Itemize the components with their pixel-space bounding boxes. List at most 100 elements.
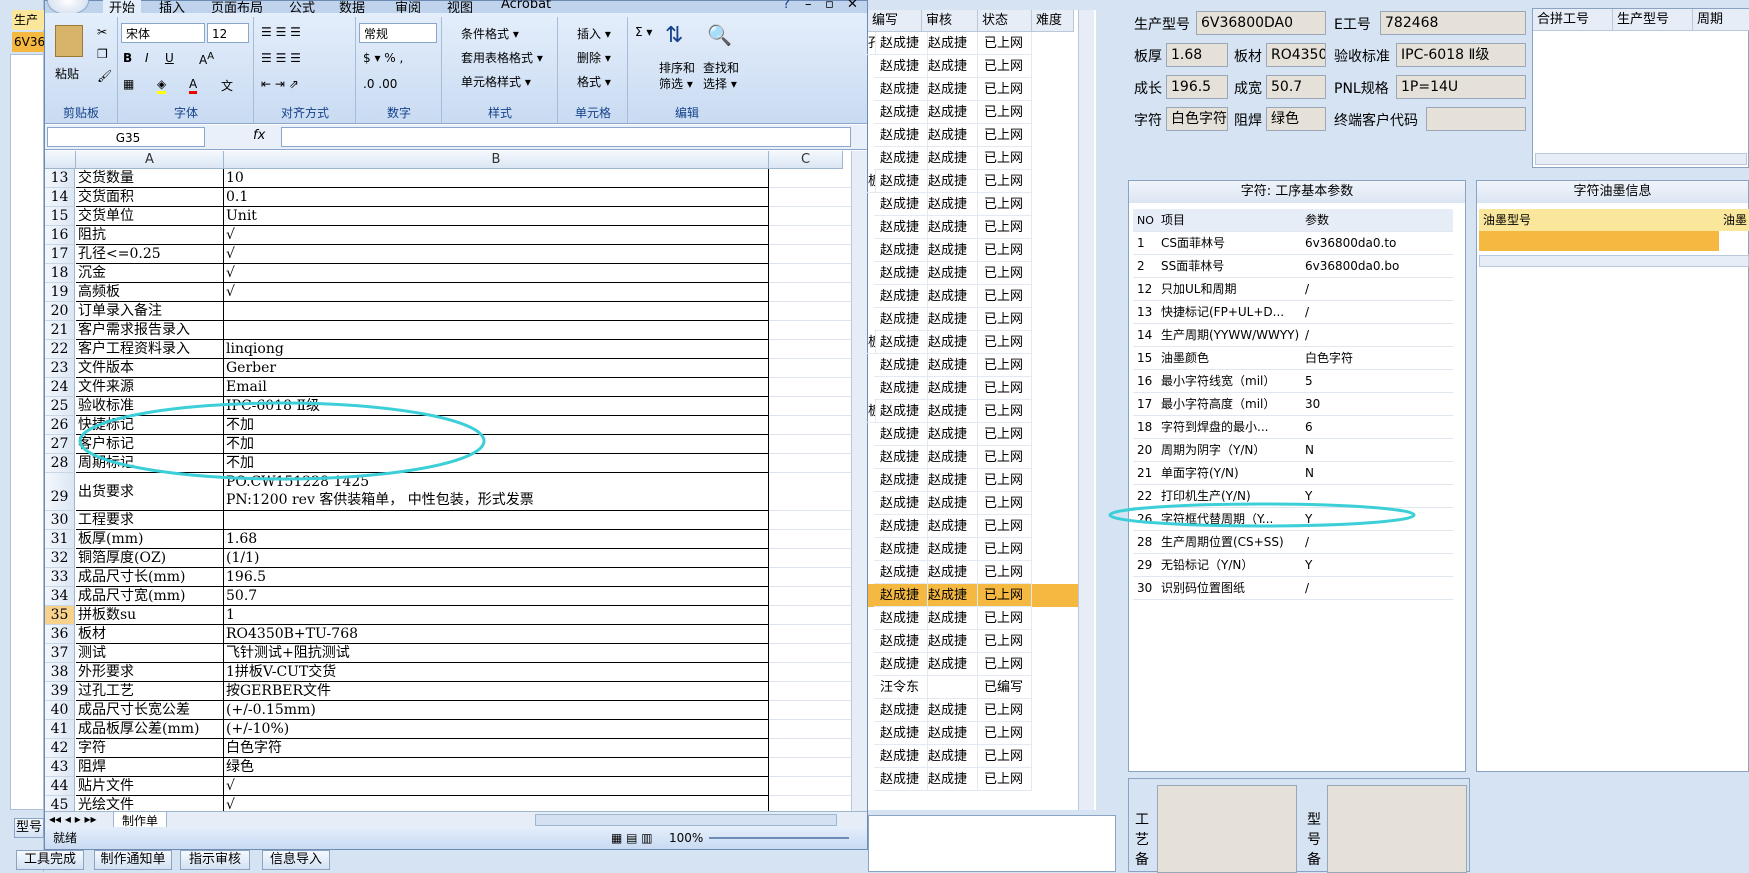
column-header-a[interactable]: A [76, 151, 224, 169]
cell-reviewer[interactable]: 赵成捷 [922, 699, 978, 722]
restore-icon[interactable]: ▫ [825, 0, 834, 12]
sort-button[interactable]: 排序和 [659, 59, 695, 76]
cell-status[interactable]: 已上网 [978, 147, 1032, 170]
sort-icon[interactable]: ⇅ [665, 23, 683, 48]
cell-writer[interactable]: 赵成捷 [874, 653, 928, 676]
cell-reviewer[interactable]: 赵成捷 [922, 768, 978, 791]
combo-header-cycle[interactable]: 周期 [1693, 9, 1749, 31]
minimize-icon[interactable]: – [805, 0, 812, 12]
cell-writer[interactable]: 赵成捷 [874, 722, 928, 745]
cell-writer[interactable]: 赵成捷 [874, 469, 928, 492]
cell-c[interactable] [769, 397, 851, 416]
cell-reviewer[interactable]: 赵成捷 [922, 55, 978, 78]
sheet-nav-icon[interactable]: ◂◂ ◂ ▸ ▸▸ [49, 812, 97, 826]
cell-c[interactable] [769, 530, 851, 549]
cell-status[interactable]: 已上网 [978, 699, 1032, 722]
row-header[interactable]: 19 [45, 283, 75, 302]
cell-c[interactable] [769, 644, 851, 663]
format-painter-icon[interactable]: 🖌 [97, 69, 112, 83]
cell-c[interactable] [769, 777, 851, 796]
align-left-icon[interactable]: ☰ ☰ ☰ [261, 51, 301, 65]
params-row[interactable]: 28 生产周期位置(CS+SS) / [1133, 531, 1453, 554]
cell-writer[interactable]: 赵成捷 [874, 630, 928, 653]
underline-button[interactable]: U [165, 51, 174, 65]
middle-vertical-scrollbar[interactable] [1078, 10, 1094, 810]
cell-writer[interactable]: 赵成捷 [874, 699, 928, 722]
cell-reviewer[interactable]: 赵成捷 [922, 170, 978, 193]
cell-writer[interactable]: 汪令东 [874, 676, 928, 699]
row-header[interactable]: 32 [45, 549, 75, 568]
row-header[interactable]: 25 [45, 397, 75, 416]
cell-reviewer[interactable]: 赵成捷 [922, 538, 978, 561]
cell-c[interactable] [769, 454, 851, 473]
cell-reviewer[interactable]: 赵成捷 [922, 216, 978, 239]
cell-a[interactable]: 铜箔厚度(OZ) [76, 549, 224, 568]
cell-reviewer[interactable]: 赵成捷 [922, 584, 978, 607]
cell-a[interactable]: 订单录入备注 [76, 302, 224, 321]
params-row[interactable]: 21 单面字符(Y/N) N [1133, 462, 1453, 485]
cell-a[interactable]: 高频板 [76, 283, 224, 302]
cell-b[interactable]: Unit [224, 207, 769, 226]
cell-a[interactable]: 客户工程资料录入 [76, 340, 224, 359]
cell-status[interactable]: 已上网 [978, 285, 1032, 308]
cell-status[interactable]: 已上网 [978, 469, 1032, 492]
mask-field[interactable]: 绿色 [1266, 107, 1326, 131]
cell-status[interactable]: 已上网 [978, 193, 1032, 216]
cell-status[interactable]: 已上网 [978, 584, 1032, 607]
cell-status[interactable]: 已上网 [978, 630, 1032, 653]
cell-c[interactable] [769, 511, 851, 530]
ink-selected-row[interactable] [1479, 231, 1719, 251]
tool-done-button[interactable]: 工具完成 [16, 850, 84, 870]
cell-b[interactable]: 白色字符 [224, 739, 769, 758]
border-icon[interactable]: ▦ [123, 77, 134, 91]
cell-status[interactable]: 已上网 [978, 492, 1032, 515]
cell-writer[interactable]: 赵成捷 [874, 55, 928, 78]
cell-c[interactable] [769, 587, 851, 606]
cell-reviewer[interactable]: 赵成捷 [922, 492, 978, 515]
cell-b[interactable]: 50.7 [224, 587, 769, 606]
cell-a[interactable]: 孔径<=0.25 [76, 245, 224, 264]
cell-c[interactable] [769, 283, 851, 302]
cell-reviewer[interactable] [922, 676, 978, 699]
cell-status[interactable]: 已上网 [978, 722, 1032, 745]
cell-a[interactable]: 出货要求 [76, 473, 224, 511]
mat-field[interactable]: RO4350B [1266, 43, 1326, 67]
cell-status[interactable]: 已上网 [978, 423, 1032, 446]
cell-reviewer[interactable]: 赵成捷 [922, 446, 978, 469]
cell-reviewer[interactable]: 赵成捷 [922, 607, 978, 630]
formula-input[interactable] [281, 127, 851, 147]
pnl-field[interactable]: 1P=14U [1396, 75, 1526, 99]
cell-status[interactable]: 已上网 [978, 515, 1032, 538]
decimal-icon[interactable]: .0 .00 [363, 77, 397, 91]
cell-reviewer[interactable]: 赵成捷 [922, 101, 978, 124]
cell-b[interactable]: (+/-0.15mm) [224, 701, 769, 720]
params-row[interactable]: 15 油墨颜色 白色字符 [1133, 347, 1453, 370]
eno-field[interactable]: 782468 [1380, 11, 1526, 35]
cell-writer[interactable]: 赵成捷 [874, 285, 928, 308]
cell-reviewer[interactable]: 赵成捷 [922, 561, 978, 584]
cell-a[interactable]: 过孔工艺 [76, 682, 224, 701]
cell-c[interactable] [769, 682, 851, 701]
params-row[interactable]: 26 字符框代替周期（Y... Y [1133, 508, 1453, 531]
row-header[interactable]: 16 [45, 226, 75, 245]
cell-a[interactable]: 成品板厚公差(mm) [76, 720, 224, 739]
cell-reviewer[interactable]: 赵成捷 [922, 423, 978, 446]
cell-a[interactable]: 阻抗 [76, 226, 224, 245]
italic-button[interactable]: I [145, 51, 149, 65]
left-tab[interactable]: 型号 [14, 818, 44, 838]
sum-icon[interactable]: Σ ▾ [635, 25, 652, 39]
cell-status[interactable]: 已上网 [978, 78, 1032, 101]
cell-writer[interactable]: 赵成捷 [874, 216, 928, 239]
cell-b[interactable]: Email [224, 378, 769, 397]
cell-c[interactable] [769, 321, 851, 340]
header-difficulty[interactable]: 难度 [1032, 10, 1074, 32]
cell-writer[interactable]: 赵成捷 [874, 331, 928, 354]
cell-b[interactable]: PO.CW151228 1425 PN:1200 rev 客供装箱单， 中性包装，… [224, 473, 769, 511]
close-icon[interactable]: ✕ [847, 0, 858, 12]
cell-writer[interactable]: 赵成捷 [874, 193, 928, 216]
cell-c[interactable] [769, 359, 851, 378]
cell-b[interactable]: (+/-10%) [224, 720, 769, 739]
cell-reviewer[interactable]: 赵成捷 [922, 239, 978, 262]
cell-a[interactable]: 贴片文件 [76, 777, 224, 796]
cell-writer[interactable]: 赵成捷 [874, 446, 928, 469]
